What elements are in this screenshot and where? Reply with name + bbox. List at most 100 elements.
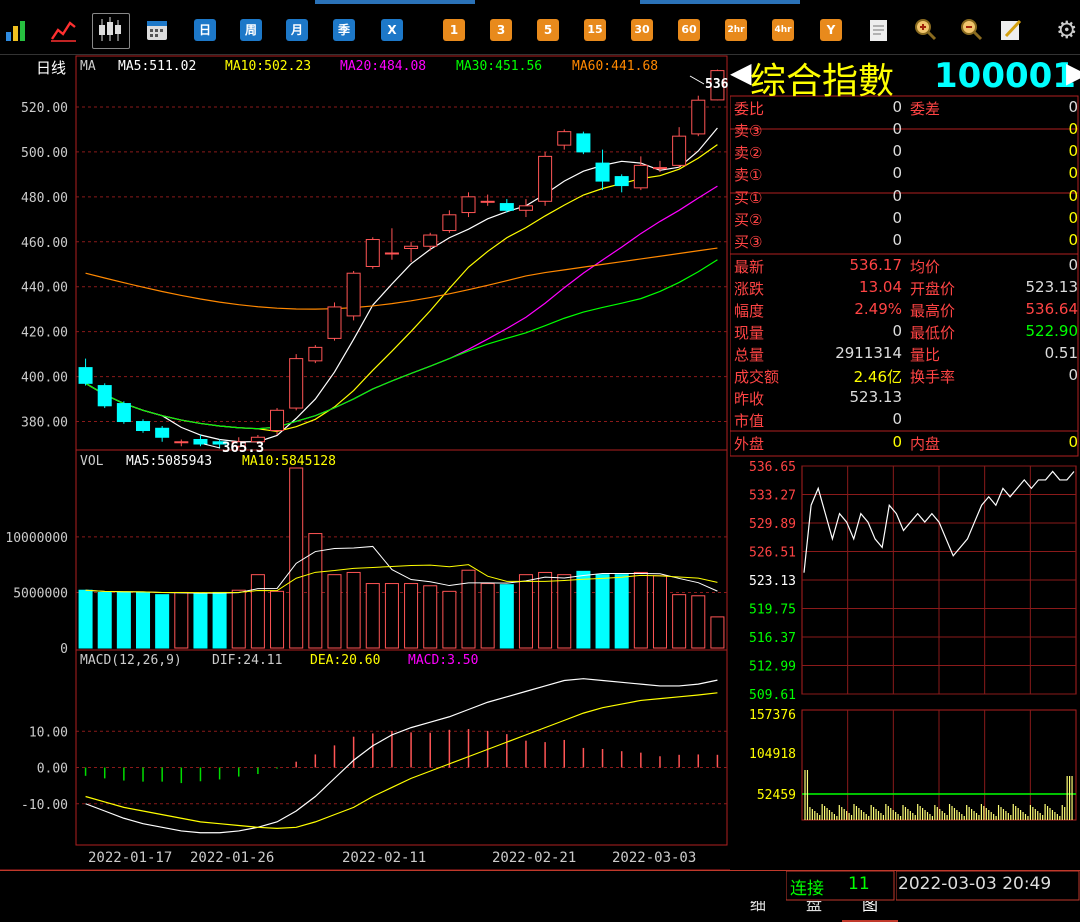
quote-value: 0 — [892, 433, 902, 451]
volume-bar — [174, 591, 189, 649]
quote-value-2: 0 — [1068, 120, 1078, 138]
quote-value-2: 0.51 — [1044, 344, 1078, 362]
quote-label-2: 内盘 — [910, 435, 941, 453]
intraday-price-tick: 516.37 — [749, 631, 796, 646]
price-tick-label: 380.00 — [21, 416, 68, 431]
calendar-icon[interactable] — [142, 15, 172, 45]
quote-label-2: 量比 — [910, 346, 941, 364]
quote-value: 0 — [892, 142, 902, 160]
quote-value-2: 523.13 — [1025, 278, 1079, 296]
quote-label: 委比 — [734, 100, 765, 118]
quote-value: 2911314 — [835, 344, 902, 362]
dif-label: DIF:24.11 — [212, 653, 282, 668]
quote-label: 卖① — [734, 166, 763, 184]
volume-bar — [691, 595, 706, 649]
volume-tick-label: 0 — [60, 642, 68, 657]
date-label: 2022-02-21 — [492, 850, 576, 866]
candle-body — [518, 205, 533, 211]
bar-chart-icon[interactable] — [2, 15, 32, 45]
kline-chart[interactable]: 520.00 500.00 480.00 460.00 440.00 420.00 400.… — [0, 54, 730, 870]
interval-button-8[interactable]: Y — [820, 19, 842, 41]
volume-bar — [518, 574, 533, 649]
volume-tick-label: 5000000 — [13, 586, 68, 601]
candle-chart-button[interactable] — [92, 13, 130, 49]
quote-value: 0 — [892, 410, 902, 428]
zoom-in-icon[interactable] — [910, 15, 940, 45]
period-button-1[interactable]: 周 — [240, 19, 262, 41]
macd-tick-label: -10.00 — [21, 798, 68, 813]
period-button-2[interactable]: 月 — [286, 19, 308, 41]
high-marker-line — [689, 75, 705, 85]
volume-bar — [155, 594, 170, 649]
intraday-vol-tick: 52459 — [757, 788, 796, 803]
line-chart-icon[interactable] — [48, 15, 78, 45]
interval-button-6[interactable]: 2hr — [725, 19, 747, 41]
interval-button-2[interactable]: 5 — [537, 19, 559, 41]
intraday-price-tick: 533.27 — [749, 489, 796, 504]
gear-icon[interactable]: ⚙ — [1056, 16, 1078, 44]
quote-label-2: 最高价 — [910, 302, 956, 320]
volume-bar — [672, 594, 687, 649]
volume-ma5-label: MA5:5085943 — [126, 454, 212, 469]
candle-body — [652, 167, 667, 170]
volume-bar — [710, 616, 725, 649]
quote-value-2: 0 — [1068, 433, 1078, 451]
intraday-chart[interactable]: 536.65 533.27 529.89 526.51 523.13 519.75 516.… — [730, 458, 1080, 838]
volume-bar — [327, 574, 342, 649]
candle-body — [384, 252, 399, 255]
candle-body — [327, 306, 342, 339]
intraday-price-tick: 519.75 — [749, 603, 796, 618]
interval-button-1[interactable]: 3 — [490, 19, 512, 41]
quote-value-2: 0 — [1068, 231, 1078, 249]
candle-body — [404, 245, 419, 250]
candle-chart-icon — [99, 17, 121, 41]
zoom-out-icon[interactable] — [956, 15, 986, 45]
intraday-price-tick: 523.13 — [749, 574, 796, 589]
interval-button-4[interactable]: 30 — [631, 19, 653, 41]
interval-button-0[interactable]: 1 — [443, 19, 465, 41]
period-button-4[interactable]: X — [381, 19, 403, 41]
price-tick-label: 440.00 — [21, 281, 68, 296]
quote-value-2: 522.90 — [1025, 322, 1079, 340]
period-button-0[interactable]: 日 — [194, 19, 216, 41]
quote-label: 最新 — [734, 258, 765, 276]
macd-tick-label: 0.00 — [37, 762, 68, 777]
candle-body — [423, 234, 438, 247]
ma5-label: MA5:511.02 — [118, 59, 196, 74]
candle-body — [538, 155, 553, 202]
ma20-label: MA20:484.08 — [340, 59, 426, 74]
next-arrow[interactable]: ▶ — [1066, 56, 1080, 89]
interval-button-5[interactable]: 60 — [678, 19, 700, 41]
quote-value-2: 0 — [1068, 366, 1078, 384]
volume-bar — [250, 574, 265, 649]
candle-body — [346, 272, 361, 317]
volume-panel-frame — [75, 449, 728, 651]
period-label: 日线 — [36, 59, 66, 77]
ma10-line — [85, 144, 718, 433]
toolbar: ⚙ 日 周 月 季 X 1 3 5 15 30 60 2hr 4hr Y — [0, 0, 1080, 55]
quote-label: 买③ — [734, 233, 763, 251]
intraday-vol-tick: 157376 — [749, 708, 796, 723]
candle-body — [614, 176, 629, 187]
interval-button-3[interactable]: 15 — [584, 19, 606, 41]
draw-pen-icon[interactable] — [996, 15, 1026, 45]
candle-body — [270, 409, 285, 432]
interval-button-7[interactable]: 4hr — [772, 19, 794, 41]
price-tick-label: 480.00 — [21, 191, 68, 206]
ma30-label: MA30:451.56 — [456, 59, 542, 74]
volume-bar — [365, 583, 380, 649]
quote-label: 总量 — [734, 346, 765, 364]
stock-code: 100001 — [934, 56, 1076, 96]
quote-value: 0 — [892, 98, 902, 116]
candle-body — [97, 385, 112, 407]
prev-arrow[interactable]: ◀ — [730, 56, 752, 89]
quote-label: 外盘 — [734, 435, 765, 453]
quote-value: 0 — [892, 209, 902, 227]
quote-label-2: 委差 — [910, 100, 941, 118]
candle-body — [576, 133, 591, 153]
notes-icon[interactable] — [864, 15, 894, 45]
volume-bar — [270, 590, 285, 649]
period-button-3[interactable]: 季 — [333, 19, 355, 41]
quote-label: 卖③ — [734, 122, 763, 140]
volume-bar — [78, 589, 93, 649]
